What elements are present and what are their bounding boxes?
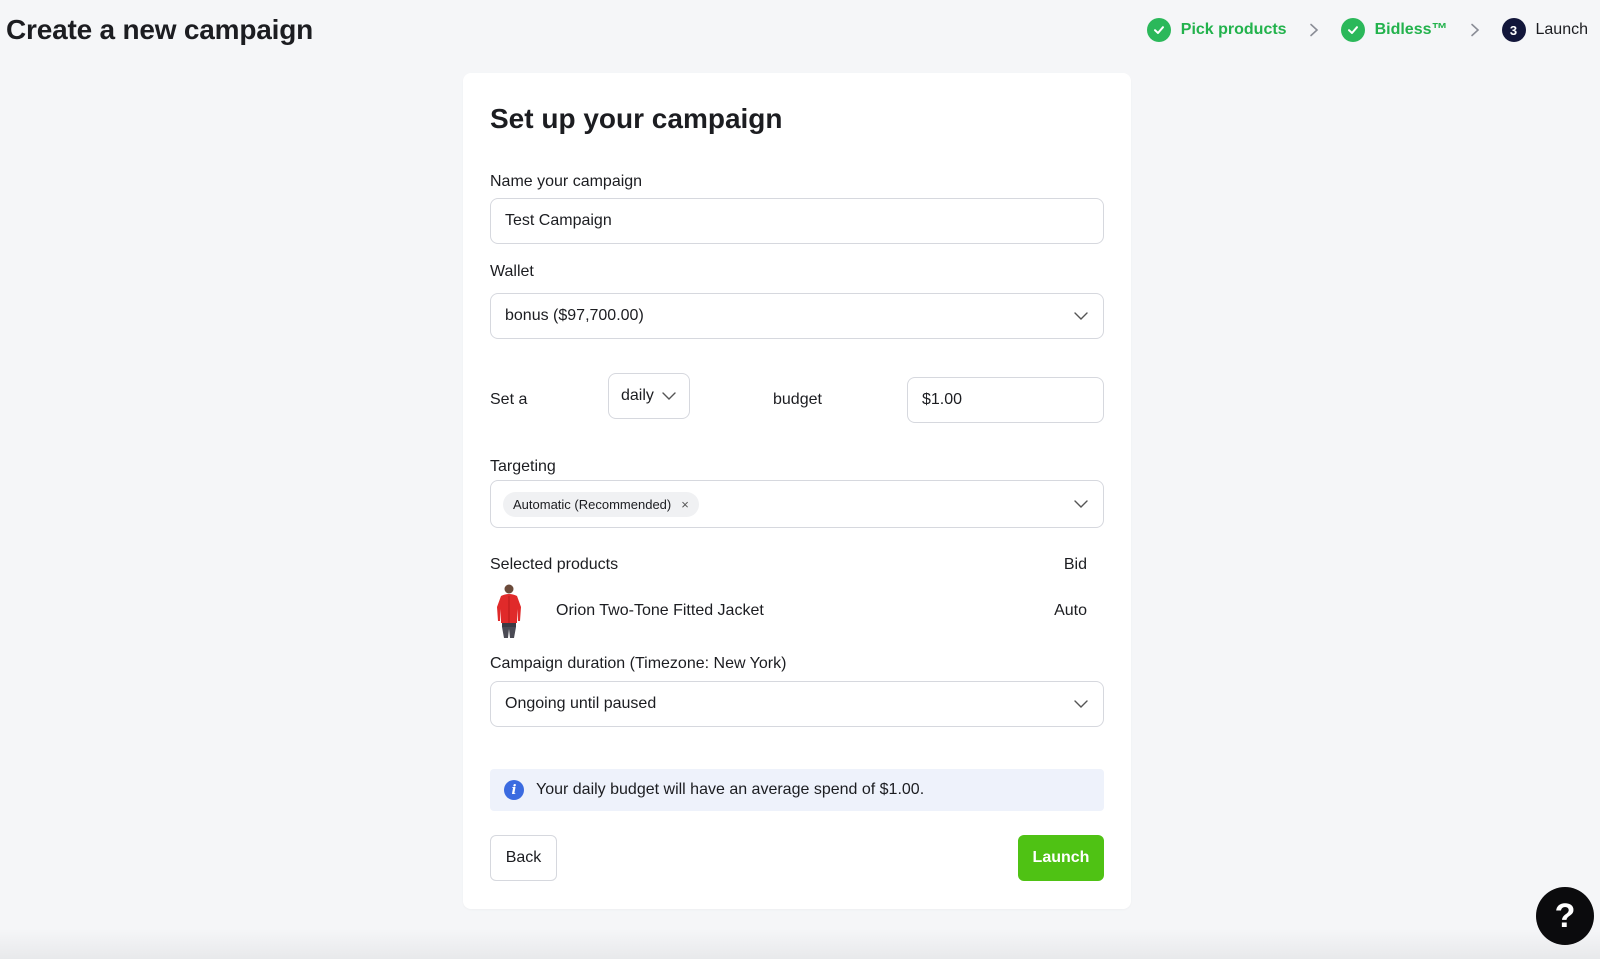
step-pick-products[interactable]: Pick products — [1146, 18, 1287, 42]
bid-column-label: Bid — [1063, 556, 1087, 573]
step-label: Pick products — [1180, 21, 1287, 38]
wallet-select[interactable]: bonus ($97,700.00) — [490, 293, 1104, 339]
wallet-value: bonus ($97,700.00) — [505, 307, 644, 324]
chevron-down-icon — [661, 388, 677, 404]
campaign-name-label: Name your campaign — [490, 173, 643, 190]
duration-value: Ongoing until paused — [505, 695, 657, 712]
chevron-down-icon — [1073, 696, 1089, 712]
budget-period-value: daily — [621, 387, 654, 404]
budget-amount-value: $1.00 — [922, 391, 963, 408]
check-icon — [1146, 18, 1171, 42]
step-bidless[interactable]: Bidless™ — [1340, 18, 1448, 42]
product-thumbnail — [490, 583, 528, 639]
chevron-down-icon — [1073, 308, 1089, 324]
product-bid: Auto — [1054, 602, 1087, 619]
product-row: Orion Two-Tone Fitted Jacket Auto — [490, 583, 1087, 639]
chevron-down-icon — [1073, 496, 1089, 512]
campaign-name-input[interactable]: Test Campaign — [490, 198, 1104, 244]
budget-amount-input[interactable]: $1.00 — [907, 377, 1104, 423]
help-button[interactable]: ? — [1536, 887, 1594, 945]
targeting-tag: Automatic (Recommended) × — [503, 491, 699, 517]
close-icon[interactable]: × — [681, 497, 689, 512]
product-name: Orion Two-Tone Fitted Jacket — [556, 602, 764, 619]
budget-period-select[interactable]: daily — [608, 373, 690, 419]
back-button[interactable]: Back — [490, 835, 557, 881]
check-icon — [1340, 18, 1365, 42]
step-number: 3 — [1501, 18, 1526, 42]
wallet-label: Wallet — [490, 263, 534, 280]
progress-stepper: Pick products Bidless™ 3 Launch — [1146, 18, 1589, 42]
campaign-setup-card: Set up your campaign Name your campaign … — [463, 73, 1131, 909]
bottom-bar — [0, 929, 1600, 959]
step-launch: 3 Launch — [1501, 18, 1589, 42]
targeting-label: Targeting — [490, 458, 556, 475]
page-title: Create a new campaign — [6, 14, 314, 45]
step-label: Launch — [1535, 21, 1589, 38]
launch-button[interactable]: Launch — [1018, 835, 1104, 881]
campaign-name-value: Test Campaign — [505, 212, 612, 229]
info-icon: i — [504, 780, 524, 800]
duration-select[interactable]: Ongoing until paused — [490, 681, 1104, 727]
budget-suffix-label: budget — [773, 391, 822, 408]
duration-label: Campaign duration (Timezone: New York) — [490, 655, 787, 672]
info-text: Your daily budget will have an average s… — [536, 781, 925, 798]
products-header: Selected products Bid — [490, 556, 1087, 574]
budget-prefix-label: Set a — [490, 391, 528, 408]
budget-info-banner: i Your daily budget will have an average… — [490, 769, 1104, 811]
targeting-tag-label: Automatic (Recommended) — [513, 496, 672, 512]
card-title: Set up your campaign — [490, 103, 783, 134]
step-label: Bidless™ — [1374, 21, 1448, 38]
chevron-right-icon — [1309, 23, 1319, 37]
targeting-select[interactable]: Automatic (Recommended) × — [490, 480, 1104, 528]
chevron-right-icon — [1470, 23, 1480, 37]
selected-products-label: Selected products — [490, 556, 619, 573]
